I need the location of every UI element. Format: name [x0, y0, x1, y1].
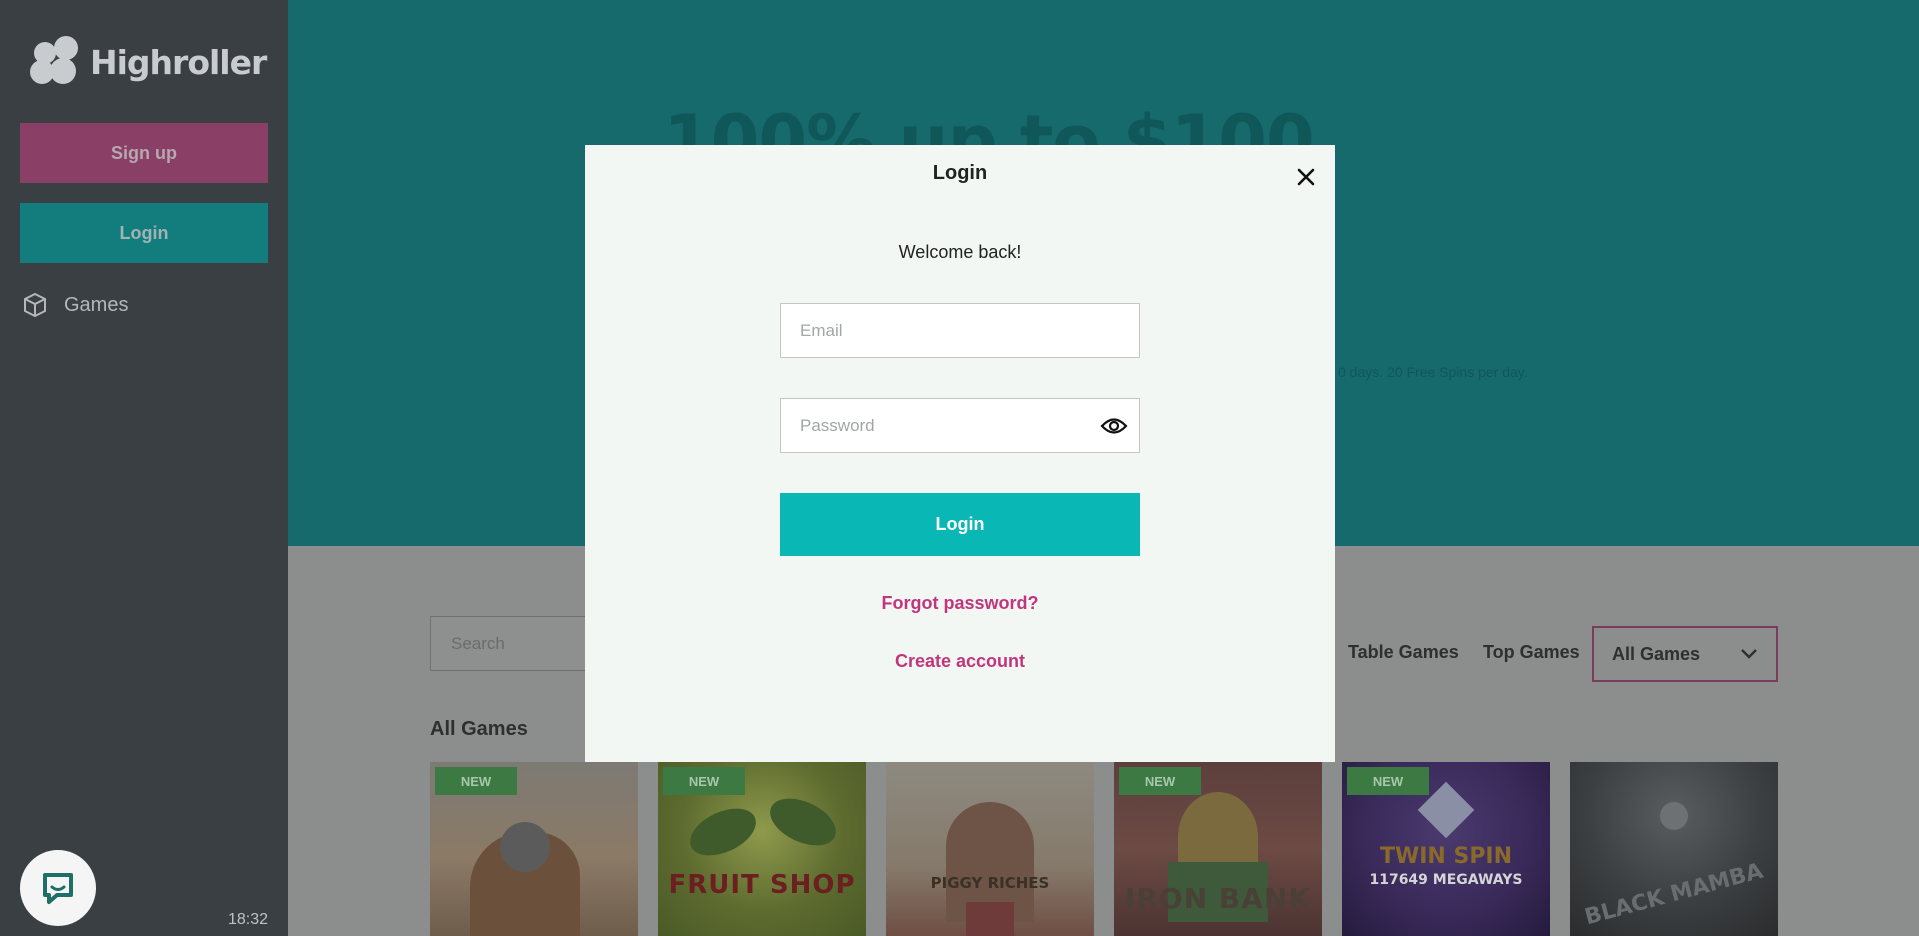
close-icon — [1297, 168, 1315, 186]
eye-icon — [1100, 418, 1128, 434]
chevron-down-icon — [1741, 649, 1757, 659]
login-modal: Login Welcome back! Login Forgot passwor… — [585, 145, 1335, 762]
game-title: PIGGY RICHES — [930, 874, 1050, 892]
new-badge: NEW — [435, 767, 517, 795]
search-placeholder: Search — [451, 633, 505, 653]
cube-icon — [24, 292, 46, 318]
category-table-games[interactable]: Table Games — [1348, 642, 1459, 663]
brand-name: Highroller — [90, 42, 267, 82]
chat-bubble-icon — [43, 873, 73, 904]
forgot-password-link[interactable]: Forgot password? — [585, 593, 1335, 614]
create-account-link[interactable]: Create account — [585, 651, 1335, 672]
sidebar-item-label: Games — [64, 293, 129, 316]
game-tile[interactable]: IRON BANK NEW — [1114, 762, 1322, 936]
new-badge: NEW — [1347, 767, 1429, 795]
game-title: TWIN SPIN — [1379, 844, 1513, 869]
email-field[interactable] — [781, 304, 1139, 357]
signup-button[interactable]: Sign up — [20, 123, 268, 183]
game-tile[interactable]: NEW — [430, 762, 638, 936]
game-tile[interactable]: PIGGY RICHES — [886, 762, 1094, 936]
email-field-wrapper — [780, 303, 1140, 358]
new-badge: NEW — [663, 767, 745, 795]
welcome-text: Welcome back! — [898, 242, 1022, 262]
brand-logo[interactable]: Highroller — [30, 36, 267, 88]
new-badge: NEW — [1119, 767, 1201, 795]
game-search-input[interactable]: Search — [430, 616, 600, 671]
password-field[interactable] — [781, 399, 1139, 452]
game-tile[interactable]: BLACK MAMBA — [1570, 762, 1778, 936]
sidebar-item-games[interactable]: Games — [22, 292, 128, 318]
close-button[interactable] — [1292, 163, 1320, 191]
game-tile[interactable]: FRUIT SHOP NEW — [658, 762, 866, 936]
hero-subtitle: 0 days. 20 Free Spins per day. — [1338, 364, 1528, 380]
modal-title: Login — [932, 162, 988, 184]
section-title: All Games — [430, 718, 528, 740]
game-title: IRON BANK — [1124, 882, 1312, 915]
game-subtitle: 117649 MEGAWAYS — [1369, 872, 1523, 888]
game-thumbnail — [886, 762, 1094, 936]
game-tile[interactable]: TWIN SPIN 117649 MEGAWAYS NEW — [1342, 762, 1550, 936]
games-filter-value: All Games — [1612, 643, 1701, 664]
logo-icon — [30, 36, 82, 88]
show-password-toggle[interactable] — [1099, 412, 1129, 440]
clock-time: 18:32 — [228, 911, 269, 928]
games-filter-select[interactable]: All Games — [1592, 626, 1778, 682]
sidebar: Highroller Sign up Login Games 18:32 — [0, 0, 288, 936]
game-title: FRUIT SHOP — [668, 870, 856, 900]
category-top-games[interactable]: Top Games — [1483, 642, 1580, 663]
chat-button[interactable] — [20, 850, 96, 926]
sidebar-login-button[interactable]: Login — [20, 203, 268, 263]
login-submit-button[interactable]: Login — [780, 493, 1140, 556]
password-field-wrapper — [780, 398, 1140, 453]
